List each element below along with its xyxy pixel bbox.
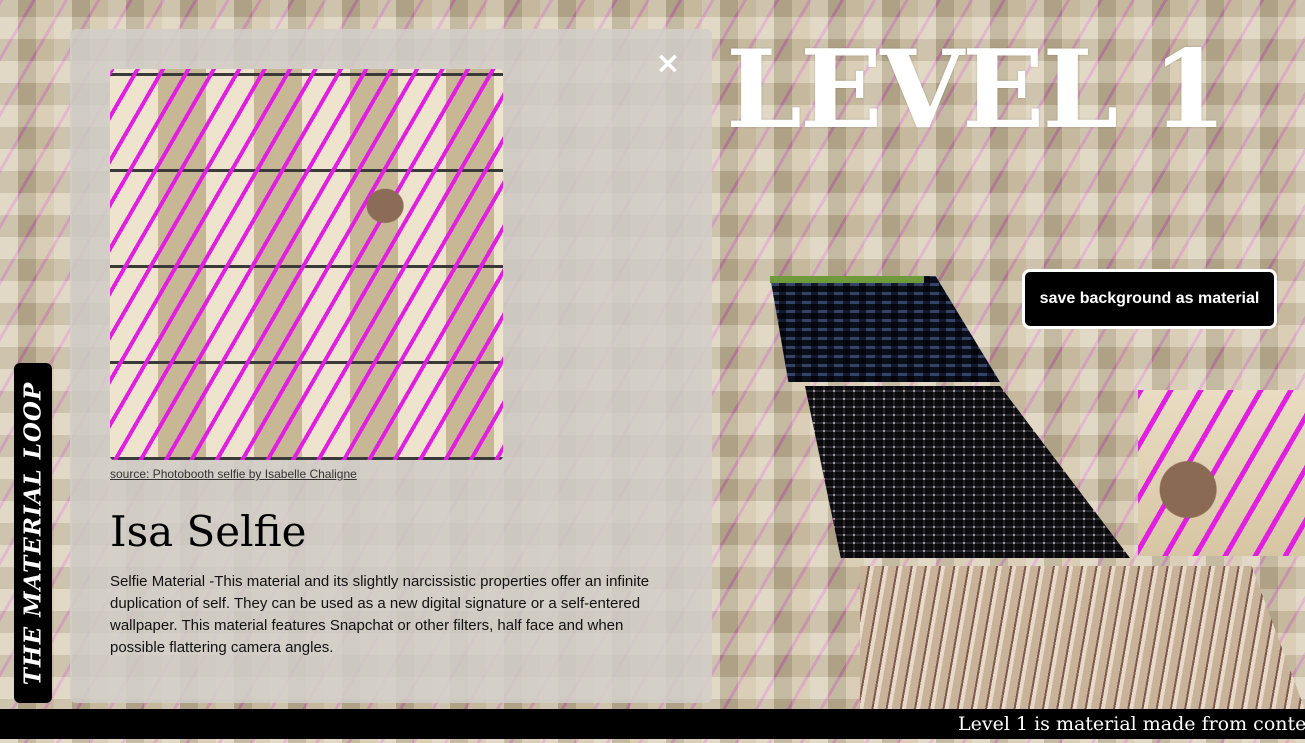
material-preview-image	[110, 69, 503, 460]
ticker-text: Level 1 is material made from content	[958, 713, 1305, 735]
material-loop-tab[interactable]: THE MATERIAL LOOP	[14, 363, 52, 703]
source-link[interactable]: source: Photobooth selfie by Isabelle Ch…	[110, 467, 357, 481]
close-icon[interactable]: ×	[653, 47, 683, 81]
material-loop-label: THE MATERIAL LOOP	[19, 381, 47, 685]
material-modal: × source: Photobooth selfie by Isabelle …	[70, 29, 712, 703]
material-plane-floor	[860, 566, 1305, 710]
material-plane-edge	[770, 276, 924, 283]
level-title: LEVEL 1	[726, 27, 1227, 153]
material-description: Selfie Material -This material and its s…	[110, 573, 650, 656]
material-title: Isa Selfie	[110, 507, 307, 556]
selfie-block	[1138, 390, 1305, 556]
save-background-button[interactable]: save background as material	[1022, 269, 1277, 329]
bottom-ticker: Level 1 is material made from content	[0, 709, 1305, 739]
